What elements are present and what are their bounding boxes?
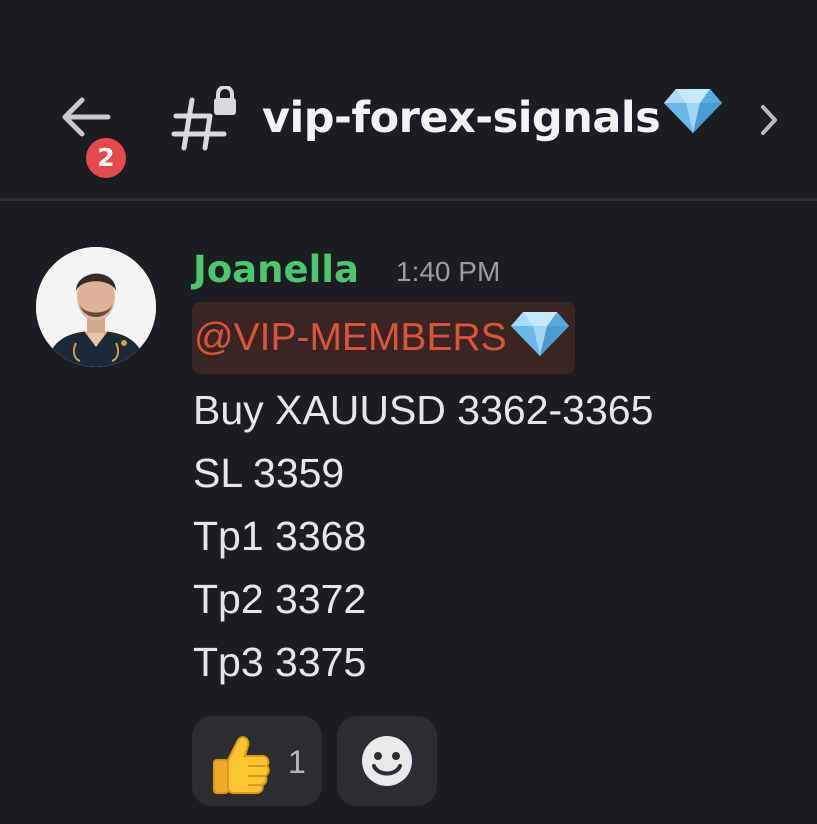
gem-icon <box>660 88 724 151</box>
message-line: Tp3 3375 <box>193 639 367 685</box>
channel-name-text: vip-forex-signals <box>262 93 661 143</box>
chevron-right-icon <box>761 105 777 135</box>
mention-text: @VIP-MEMBERS <box>194 316 507 359</box>
unread-badge: 2 <box>82 134 130 182</box>
channel-details-button[interactable] <box>756 100 782 145</box>
add-reaction-smiley-icon <box>362 736 412 786</box>
message-author[interactable]: Joanella <box>193 245 359 295</box>
add-reaction-button[interactable] <box>337 716 437 806</box>
message-line: Tp1 3368 <box>193 513 367 559</box>
thumbs-up-icon <box>213 736 270 794</box>
message-line: Tp2 3372 <box>193 576 367 622</box>
channel-title[interactable]: vip-forex-signals <box>262 88 724 151</box>
locked-hash-icon <box>170 85 240 156</box>
message-line: Buy XAUUSD 3362-3365 <box>193 387 654 433</box>
channel-header: 2 vip-forex-signals <box>0 0 817 198</box>
back-button[interactable]: 2 <box>52 86 130 182</box>
header-divider <box>0 198 817 201</box>
message-timestamp: 1:40 PM <box>396 256 501 287</box>
gem-icon <box>507 308 571 368</box>
message-line: SL 3359 <box>193 450 345 496</box>
reaction-count: 1 <box>288 744 306 780</box>
role-mention[interactable]: @VIP-MEMBERS <box>192 302 575 374</box>
user-avatar[interactable] <box>36 247 156 367</box>
